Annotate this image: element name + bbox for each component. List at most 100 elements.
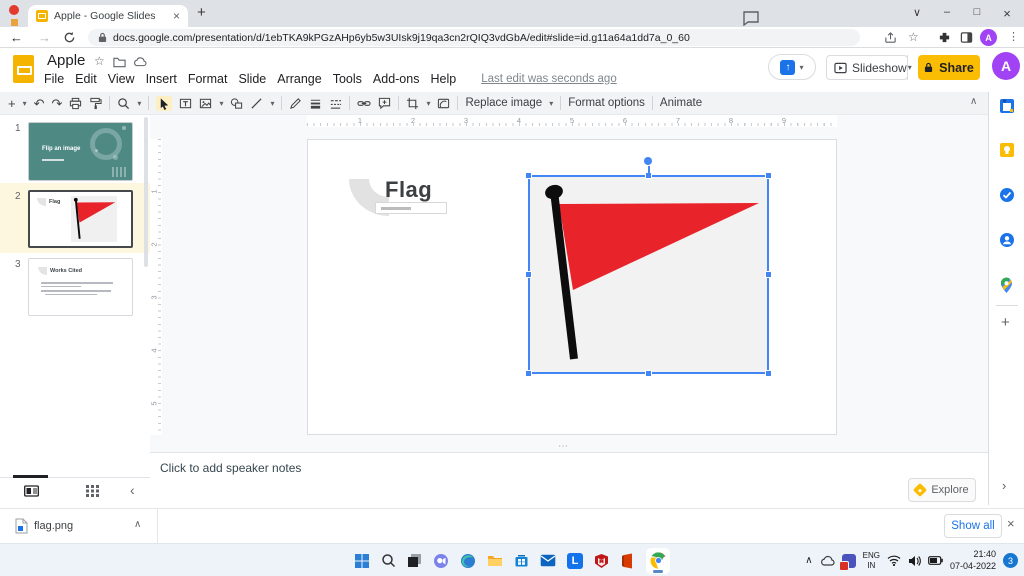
select-tool-button[interactable] (156, 95, 173, 111)
show-all-button[interactable]: Show all (944, 514, 1002, 538)
file-explorer-icon[interactable] (487, 554, 503, 568)
text-box-button[interactable] (179, 97, 192, 110)
start-button[interactable] (354, 553, 370, 569)
get-addons-button[interactable]: + (1001, 314, 1010, 331)
replace-image-caret-icon[interactable]: ▾ (549, 99, 553, 108)
insert-shape-button[interactable] (230, 97, 243, 110)
animate-button[interactable]: Animate (660, 97, 702, 109)
border-weight-button[interactable] (309, 97, 322, 110)
crop-button[interactable] (406, 97, 419, 110)
browser-tab[interactable]: Apple - Google Slides × (28, 5, 188, 27)
resize-handle-e[interactable] (765, 271, 772, 278)
tasks-icon[interactable] (999, 187, 1015, 203)
menu-format[interactable]: Format (188, 72, 228, 86)
notes-divider-handle[interactable]: ⋯ (558, 441, 570, 452)
window-minimize-button[interactable]: – (933, 6, 961, 18)
menu-arrange[interactable]: Arrange (277, 72, 321, 86)
menu-edit[interactable]: Edit (75, 72, 97, 86)
mcafee-icon[interactable] (594, 553, 609, 569)
microsoft-store-icon[interactable] (514, 553, 529, 568)
window-close-button[interactable]: × (993, 6, 1021, 21)
star-doc-icon[interactable]: ☆ (94, 54, 105, 68)
back-button[interactable]: ← (10, 30, 23, 45)
side-panel-icon[interactable] (960, 31, 973, 44)
menu-tools[interactable]: Tools (333, 72, 362, 86)
menu-addons[interactable]: Add-ons (373, 72, 420, 86)
resize-handle-ne[interactable] (765, 172, 772, 179)
slides-logo[interactable] (13, 55, 34, 83)
print-button[interactable] (69, 97, 82, 110)
onedrive-icon[interactable] (820, 555, 835, 566)
extensions-icon[interactable] (938, 31, 951, 44)
replace-image-button[interactable]: Replace image (465, 97, 542, 109)
browser-avatar[interactable]: A (980, 29, 997, 46)
redo-button[interactable]: ↷ (52, 97, 63, 110)
office-icon[interactable] (620, 553, 635, 569)
last-edit-link[interactable]: Last edit was seconds ago (481, 73, 617, 85)
url-box[interactable]: docs.google.com/presentation/d/1ebTKA9kP… (88, 29, 860, 46)
menu-file[interactable]: File (44, 72, 64, 86)
filmstrip-scrollbar[interactable] (144, 117, 148, 267)
slide-2-thumbnail[interactable]: Flag (28, 190, 133, 248)
add-comment-button[interactable] (378, 97, 391, 110)
filmstrip-view-button[interactable] (24, 485, 39, 497)
language-indicator[interactable]: ENG IN (863, 551, 880, 570)
caption-text-box[interactable] (375, 202, 447, 214)
insert-image-caret-icon[interactable]: ▾ (219, 99, 223, 108)
search-icon[interactable] (381, 553, 396, 568)
contacts-icon[interactable] (999, 232, 1015, 248)
menu-help[interactable]: Help (430, 72, 456, 86)
slideshow-button[interactable]: Slideshow ▾ (826, 55, 912, 80)
doc-title[interactable]: Apple (47, 52, 85, 69)
keep-icon[interactable] (999, 142, 1015, 158)
mail-icon[interactable] (540, 554, 556, 567)
border-color-button[interactable] (289, 97, 302, 110)
zoom-button[interactable] (117, 97, 130, 110)
menu-slide[interactable]: Slide (238, 72, 266, 86)
bookmark-star-icon[interactable]: ☆ (908, 30, 919, 44)
slide-title-text[interactable]: Flag (385, 177, 432, 203)
flag-image[interactable] (525, 157, 772, 377)
tab-close-icon[interactable]: × (173, 9, 180, 23)
slide-canvas[interactable]: Flag (307, 139, 837, 435)
insert-line-button[interactable] (250, 97, 263, 110)
mask-image-button[interactable] (437, 97, 450, 110)
zoom-caret-icon[interactable]: ▾ (137, 99, 141, 108)
speaker-notes-bar[interactable]: Click to add speaker notes Explore (150, 452, 988, 508)
notes-placeholder[interactable]: Click to add speaker notes (160, 461, 301, 475)
slide-1-thumbnail[interactable]: Flip an image (28, 122, 133, 181)
filmstrip-collapse-icon[interactable]: ‹ (130, 482, 135, 498)
explore-button[interactable]: Explore (908, 478, 976, 502)
resize-handle-se[interactable] (765, 370, 772, 377)
reload-button[interactable] (63, 31, 76, 44)
browser-menu-icon[interactable]: ⋮ (1008, 30, 1019, 43)
clock-indicator[interactable]: 21:40 07-04-2022 (950, 549, 996, 572)
menu-insert[interactable]: Insert (146, 72, 177, 86)
download-expand-icon[interactable]: ∧ (134, 519, 141, 530)
move-folder-icon[interactable] (113, 56, 126, 68)
insert-line-caret-icon[interactable]: ▾ (270, 99, 274, 108)
resize-handle-sw[interactable] (525, 370, 532, 377)
border-dash-button[interactable] (329, 97, 342, 110)
comment-history-button[interactable] (742, 10, 760, 26)
edge-browser-icon[interactable] (460, 553, 476, 569)
l-app-icon[interactable]: L (567, 552, 583, 569)
crop-caret-icon[interactable]: ▾ (426, 99, 430, 108)
grid-view-button[interactable] (86, 485, 99, 497)
undo-button[interactable]: ↶ (34, 97, 45, 110)
paint-format-button[interactable] (89, 97, 103, 110)
teams-chat-icon[interactable] (433, 553, 449, 569)
new-slide-caret-icon[interactable]: ▾ (23, 99, 27, 108)
resize-handle-nw[interactable] (525, 172, 532, 179)
cloud-status-icon[interactable] (133, 56, 147, 67)
share-page-icon[interactable] (884, 31, 897, 44)
download-filename[interactable]: flag.png (34, 520, 73, 532)
teams-tray-icon[interactable] (838, 553, 856, 571)
share-button[interactable]: Share (918, 55, 980, 80)
task-view-icon[interactable] (407, 553, 422, 568)
rotate-handle[interactable] (644, 157, 652, 165)
slideshow-caret-segment[interactable]: ▾ (906, 55, 912, 80)
insert-link-button[interactable] (357, 97, 372, 110)
resize-handle-w[interactable] (525, 271, 532, 278)
window-maximize-button[interactable]: □ (963, 6, 991, 18)
